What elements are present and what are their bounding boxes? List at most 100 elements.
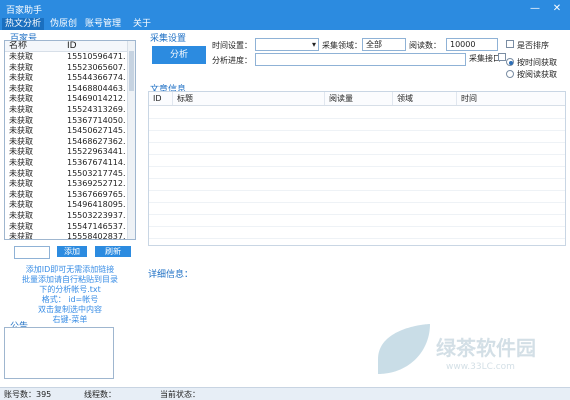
table-row[interactable]: 未获取 15544366774... <box>5 73 135 84</box>
status-bar: 账号数：395 线程数： 当前状态： <box>0 387 570 400</box>
row-id: 15510596471... <box>67 52 125 61</box>
row-id: 15544366774... <box>67 73 125 83</box>
row-name: 未获取 <box>9 221 33 231</box>
col-name[interactable]: 名称 <box>5 41 67 51</box>
row-name: 未获取 <box>9 157 33 167</box>
col-time[interactable]: 时间 <box>457 92 567 105</box>
hint-line: 批量添加请自行粘贴到目录 <box>22 275 118 284</box>
table-row[interactable]: 未获取 15523065607... <box>5 63 135 74</box>
reads-label: 阅读数： <box>409 41 441 50</box>
row-name: 未获取 <box>9 179 33 189</box>
table-row[interactable]: 未获取 15468627362... <box>5 137 135 148</box>
grid-line <box>149 214 565 215</box>
row-id: 15469014212... <box>67 94 125 104</box>
col-reads[interactable]: 阅读量 <box>325 92 393 105</box>
menu-account-manage[interactable]: 账号管理 <box>82 18 124 30</box>
table-row[interactable]: 未获取 15450627145... <box>5 126 135 137</box>
hint-line: 下的分析帐号.txt <box>39 285 101 294</box>
chevron-down-icon[interactable]: ▾ <box>312 39 316 50</box>
row-id: 15369252712... <box>67 179 125 189</box>
sort-label: 是否排序 <box>517 41 549 50</box>
grid-line <box>149 226 565 227</box>
table-row[interactable]: 未获取 15469014212... <box>5 94 135 105</box>
interface-checkbox[interactable] <box>498 53 506 61</box>
account-list-header: 名称 ID <box>5 41 135 52</box>
watermark: 绿茶软件园 www.33LC.com <box>368 314 558 384</box>
hint-line: 双击复制选中内容 <box>38 305 102 314</box>
grid-line <box>149 166 565 167</box>
add-button[interactable]: 添加 <box>57 246 87 257</box>
radio-by-reads[interactable] <box>506 70 514 78</box>
usage-hint: 添加ID即可无需添加链接 批量添加请自行粘贴到目录 下的分析帐号.txt 格式：… <box>14 265 126 325</box>
menu-about[interactable]: 关于 <box>130 18 154 30</box>
account-list[interactable]: 名称 ID 未获取 15510596471... 未获取 15523065607...… <box>4 40 136 240</box>
watermark-cn: 绿茶软件园 <box>436 336 536 360</box>
table-row[interactable]: 未获取 15522963441... <box>5 147 135 158</box>
close-icon[interactable]: ✕ <box>550 2 564 15</box>
row-id: 15522963441... <box>67 147 125 157</box>
table-row[interactable]: 未获取 15558402837... <box>5 232 135 240</box>
row-name: 未获取 <box>9 115 33 125</box>
row-name: 未获取 <box>9 52 33 61</box>
table-row[interactable]: 未获取 15369252712... <box>5 179 135 190</box>
grid-line <box>149 238 565 239</box>
col-article-id[interactable]: ID <box>149 92 173 105</box>
col-title[interactable]: 标题 <box>173 92 325 105</box>
row-name: 未获取 <box>9 232 33 240</box>
menu-bar: 热文分析 伪原创 账号管理 关于 <box>0 18 570 30</box>
account-list-scrollbar[interactable] <box>127 41 135 239</box>
row-id: 15367674114... <box>67 157 125 167</box>
table-row[interactable]: 未获取 15524313269... <box>5 105 135 116</box>
grid-line <box>149 142 565 143</box>
row-name: 未获取 <box>9 210 33 220</box>
table-row[interactable]: 未获取 15367669765... <box>5 190 135 201</box>
account-id-input[interactable] <box>14 246 50 259</box>
table-row[interactable]: 未获取 15503223937... <box>5 211 135 222</box>
progress-bar <box>255 53 466 66</box>
hint-line: 格式： id=帐号 <box>41 295 99 304</box>
status-state: 当前状态： <box>160 390 200 399</box>
minimize-icon[interactable]: — <box>528 2 542 15</box>
status-account-count: 账号数：395 <box>4 390 52 399</box>
row-id: 15547146537... <box>67 221 125 231</box>
time-setting-label: 时间设置： <box>212 41 252 50</box>
row-name: 未获取 <box>9 147 33 157</box>
row-name: 未获取 <box>9 104 33 114</box>
articles-table[interactable]: ID 标题 阅读量 领域 时间 <box>148 91 566 246</box>
articles-table-header: ID 标题 阅读量 领域 时间 <box>149 92 565 106</box>
watermark-url: www.33LC.com <box>446 362 515 372</box>
menu-pseudo-original[interactable]: 伪原创 <box>47 18 80 30</box>
table-row[interactable]: 未获取 15547146537... <box>5 222 135 233</box>
row-id: 15450627145... <box>67 126 125 136</box>
refresh-button[interactable]: 刷新 <box>95 246 131 257</box>
grid-line <box>149 202 565 203</box>
row-id: 15524313269... <box>67 104 125 114</box>
col-id[interactable]: ID <box>67 41 125 51</box>
row-id: 15367714050... <box>67 115 125 125</box>
table-row[interactable]: 未获取 15367674114... <box>5 158 135 169</box>
row-name: 未获取 <box>9 62 33 72</box>
interface-label: 采集接口 <box>469 54 501 63</box>
table-row[interactable]: 未获取 15496418095... <box>5 200 135 211</box>
status-threads: 线程数： <box>84 390 116 399</box>
col-field[interactable]: 领域 <box>393 92 457 105</box>
radio-by-time[interactable] <box>506 58 514 66</box>
row-name: 未获取 <box>9 168 33 178</box>
scroll-thumb[interactable] <box>129 51 134 91</box>
field-label: 采集领域： <box>322 41 362 50</box>
reads-input[interactable]: 10000 <box>446 38 498 51</box>
menu-hot-analysis[interactable]: 热文分析 <box>2 18 45 30</box>
row-name: 未获取 <box>9 189 33 199</box>
grid-line <box>149 154 565 155</box>
table-row[interactable]: 未获取 15367714050... <box>5 116 135 127</box>
title-bar: 百家助手 — ✕ <box>0 0 570 18</box>
table-row[interactable]: 未获取 15510596471... <box>5 52 135 63</box>
row-name: 未获取 <box>9 200 33 210</box>
time-setting-select[interactable]: ▾ <box>255 38 319 51</box>
table-row[interactable]: 未获取 15468804463... <box>5 84 135 95</box>
row-name: 未获取 <box>9 94 33 104</box>
table-row[interactable]: 未获取 15503217745... <box>5 169 135 180</box>
analyze-button[interactable]: 分析 <box>152 46 206 64</box>
field-input[interactable]: 全部 <box>362 38 406 51</box>
sort-checkbox[interactable] <box>506 40 514 48</box>
